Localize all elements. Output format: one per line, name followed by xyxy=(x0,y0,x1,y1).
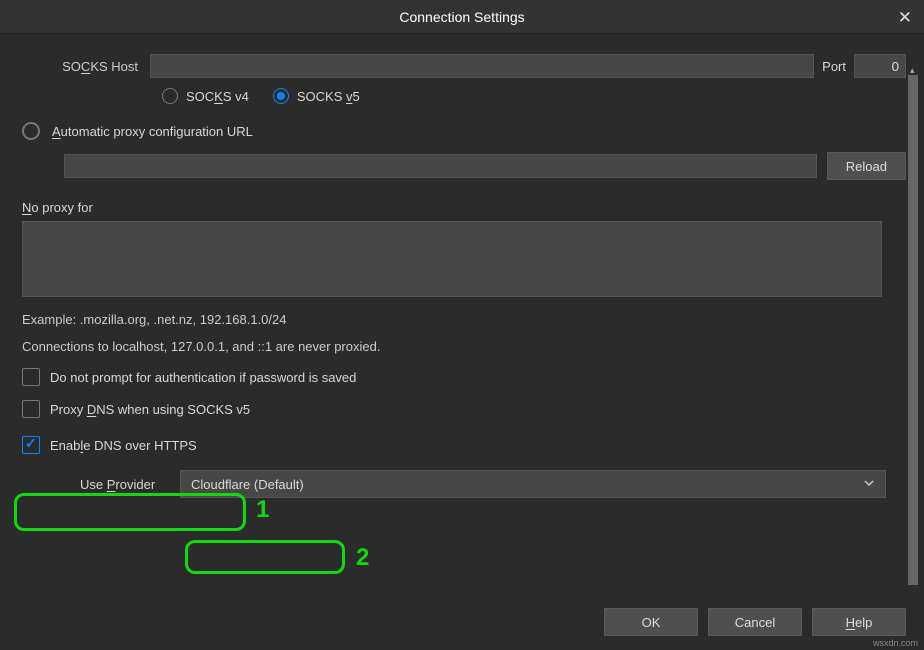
socks-v4-radio[interactable]: SOCKS v4 xyxy=(162,88,249,104)
socks-host-row: SOCKS Host Port xyxy=(22,54,906,78)
checkbox-icon xyxy=(22,436,40,454)
radio-icon xyxy=(162,88,178,104)
no-proxy-local-hint: Connections to localhost, 127.0.0.1, and… xyxy=(22,339,906,354)
provider-value: Cloudflare (Default) xyxy=(191,477,304,492)
no-proxy-example: Example: .mozilla.org, .net.nz, 192.168.… xyxy=(22,312,906,327)
checkbox-icon xyxy=(22,368,40,386)
doh-label: Enable DNS over HTTPS xyxy=(50,438,197,453)
titlebar: Connection Settings ✕ xyxy=(0,0,924,34)
radio-icon xyxy=(273,88,289,104)
chevron-down-icon xyxy=(863,477,875,492)
ok-button[interactable]: OK xyxy=(604,608,698,636)
provider-select[interactable]: Cloudflare (Default) xyxy=(180,470,886,498)
help-button[interactable]: Help xyxy=(812,608,906,636)
no-proxy-textarea[interactable] xyxy=(22,221,882,297)
no-proxy-label: No proxy for xyxy=(22,200,906,215)
proxydns-check-row[interactable]: Proxy DNS when using SOCKS v5 xyxy=(22,400,906,418)
radio-icon xyxy=(22,122,40,140)
doh-check-row[interactable]: Enable DNS over HTTPS xyxy=(22,436,906,454)
auto-config-radio[interactable]: Automatic proxy configuration URL xyxy=(22,122,906,140)
watermark: wsxdn.com xyxy=(873,638,918,648)
socks-v5-radio[interactable]: SOCKS v5 xyxy=(273,88,360,104)
close-icon[interactable]: ✕ xyxy=(898,8,912,28)
checkbox-icon xyxy=(22,400,40,418)
auto-config-label: Automatic proxy configuration URL xyxy=(52,124,253,139)
provider-row: Use Provider Cloudflare (Default) xyxy=(80,470,906,498)
noprompt-label: Do not prompt for authentication if pass… xyxy=(50,370,356,385)
scroll-up-icon: ▴ xyxy=(910,65,915,76)
scrollbar[interactable]: ▴ xyxy=(908,75,918,585)
auto-config-url-row: Reload xyxy=(64,152,906,180)
cancel-button[interactable]: Cancel xyxy=(708,608,802,636)
window-title: Connection Settings xyxy=(399,9,524,25)
auto-config-url-input[interactable] xyxy=(64,154,817,178)
noprompt-check-row[interactable]: Do not prompt for authentication if pass… xyxy=(22,368,906,386)
socks-host-input[interactable] xyxy=(150,54,814,78)
proxydns-label: Proxy DNS when using SOCKS v5 xyxy=(50,402,250,417)
provider-label: Use Provider xyxy=(80,477,180,492)
reload-button[interactable]: Reload xyxy=(827,152,906,180)
content: SOCKS Host Port SOCKS v4 SOCKS v5 Automa… xyxy=(0,34,906,590)
socks-v5-label: SOCKS v5 xyxy=(297,89,360,104)
socks-port-input[interactable] xyxy=(854,54,906,78)
footer: OK Cancel Help xyxy=(604,608,906,636)
annotation-1: 1 xyxy=(256,496,269,524)
port-label: Port xyxy=(822,59,846,74)
socks-v4-label: SOCKS v4 xyxy=(186,89,249,104)
annotation-2: 2 xyxy=(356,544,369,572)
socks-host-label: SOCKS Host xyxy=(22,59,150,74)
socks-version-row: SOCKS v4 SOCKS v5 xyxy=(162,88,906,104)
